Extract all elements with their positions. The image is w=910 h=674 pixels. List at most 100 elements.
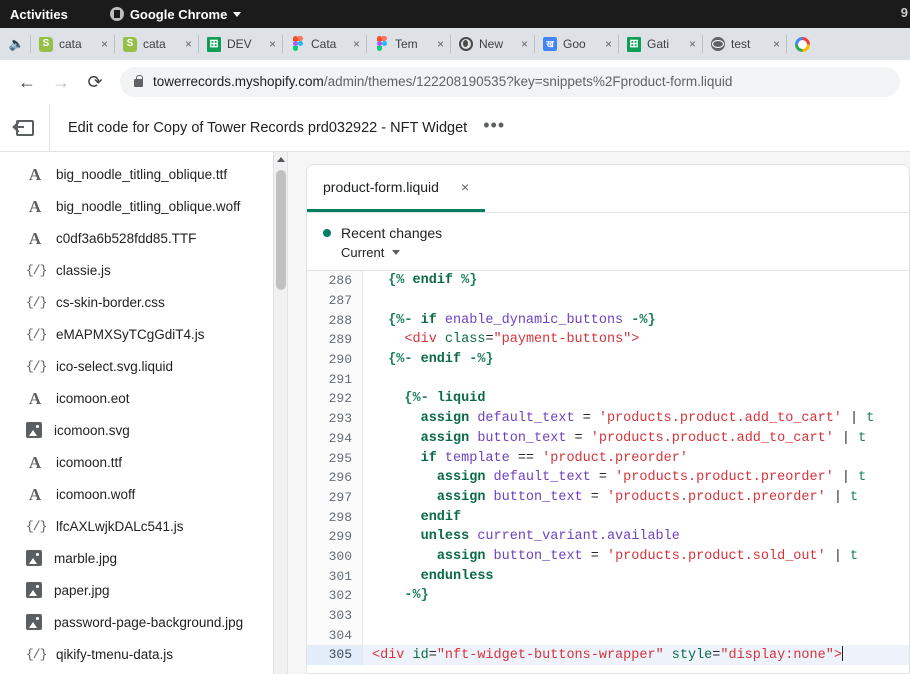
sidebar-scrollbar[interactable]: [273, 152, 287, 674]
browser-tab[interactable]: ⊞DEV×: [198, 28, 282, 60]
code-line[interactable]: 297 assign button_text = 'products.produ…: [307, 488, 909, 508]
code-text[interactable]: unless current_variant.available: [363, 529, 909, 544]
back-button[interactable]: ←: [10, 65, 44, 99]
close-icon[interactable]: ×: [605, 37, 614, 51]
close-icon[interactable]: ×: [437, 37, 446, 51]
scrollbar-thumb[interactable]: [276, 170, 286, 290]
code-text[interactable]: {%- endif -%}: [363, 352, 909, 367]
code-token: t: [850, 490, 858, 505]
close-icon[interactable]: ×: [689, 37, 698, 51]
browser-tab[interactable]: New×: [450, 28, 534, 60]
code-line[interactable]: 290 {%- endif -%}: [307, 350, 909, 370]
browser-tab[interactable]: Scata×: [30, 28, 114, 60]
close-icon[interactable]: ×: [185, 37, 194, 51]
app-menu-button[interactable]: Google Chrome: [110, 7, 242, 22]
browser-tab[interactable]: Cata×: [282, 28, 366, 60]
file-list-item[interactable]: {/}qikify-tmenu-data.js: [0, 638, 287, 670]
code-line[interactable]: 303: [307, 606, 909, 626]
file-list-item[interactable]: paper.jpg: [0, 574, 287, 606]
code-line[interactable]: 301 endunless: [307, 566, 909, 586]
file-list: Abig_noodle_titling_oblique.ttfAbig_nood…: [0, 152, 287, 670]
browser-tab[interactable]: खGoo×: [534, 28, 618, 60]
scroll-up-arrow-icon[interactable]: [277, 157, 285, 162]
file-list-item[interactable]: {/}lfcAXLwjkDALc541.js: [0, 510, 287, 542]
code-line[interactable]: 293 assign default_text = 'products.prod…: [307, 409, 909, 429]
theme-file-sidebar: Abig_noodle_titling_oblique.ttfAbig_nood…: [0, 152, 288, 674]
code-text[interactable]: if template == 'product.preorder': [363, 451, 909, 466]
code-token: id: [413, 648, 429, 663]
file-list-item[interactable]: {/}ico-select.svg.liquid: [0, 350, 287, 382]
file-list-item[interactable]: {/}classie.js: [0, 254, 287, 286]
reload-button[interactable]: ⟳: [78, 65, 112, 99]
code-text[interactable]: {% endif %}: [363, 273, 909, 288]
activities-button[interactable]: Activities: [10, 7, 68, 22]
close-icon[interactable]: ×: [521, 37, 530, 51]
code-line[interactable]: 292 {%- liquid: [307, 389, 909, 409]
browser-tab[interactable]: Scata×: [114, 28, 198, 60]
code-line[interactable]: 305<div id="nft-widget-buttons-wrapper" …: [307, 645, 909, 665]
close-icon[interactable]: ×: [269, 37, 278, 51]
file-list-item[interactable]: {/}eMAPMXSyTCgGdiT4.js: [0, 318, 287, 350]
file-list-item[interactable]: Aicomoon.ttf: [0, 446, 287, 478]
code-token: 'products.product.preorder': [615, 470, 834, 485]
version-selector[interactable]: Current: [323, 241, 893, 260]
forward-button[interactable]: →: [44, 65, 78, 99]
code-text[interactable]: endif: [363, 510, 909, 525]
clock[interactable]: 9: [901, 5, 908, 20]
code-text[interactable]: <div id="nft-widget-buttons-wrapper" sty…: [363, 646, 909, 663]
code-text[interactable]: -%}: [363, 588, 909, 603]
code-text[interactable]: <div class="payment-buttons">: [363, 332, 909, 347]
browser-tab[interactable]: test ×: [702, 28, 786, 60]
code-text[interactable]: assign default_text = 'products.product.…: [363, 470, 909, 485]
audio-indicator-icon[interactable]: 🔈: [4, 36, 30, 52]
code-line[interactable]: 291: [307, 369, 909, 389]
code-file-icon: {/}: [26, 327, 44, 342]
close-icon[interactable]: ×: [101, 37, 110, 51]
code-line[interactable]: 288 {%- if enable_dynamic_buttons -%}: [307, 310, 909, 330]
more-actions-button[interactable]: •••: [467, 116, 505, 140]
code-text[interactable]: {%- liquid: [363, 391, 909, 406]
code-line[interactable]: 296 assign default_text = 'products.prod…: [307, 468, 909, 488]
code-line[interactable]: 295 if template == 'product.preorder': [307, 448, 909, 468]
code-line[interactable]: 299 unless current_variant.available: [307, 527, 909, 547]
file-list-item[interactable]: Abig_noodle_titling_oblique.ttf: [0, 158, 287, 190]
code-text[interactable]: assign button_text = 'products.product.s…: [363, 549, 909, 564]
line-number: 301: [307, 566, 363, 586]
code-text[interactable]: {%- if enable_dynamic_buttons -%}: [363, 313, 909, 328]
code-line[interactable]: 304: [307, 625, 909, 645]
file-list-item[interactable]: password-page-background.jpg: [0, 606, 287, 638]
browser-tab-new[interactable]: [786, 28, 820, 60]
code-text[interactable]: endunless: [363, 569, 909, 584]
code-line[interactable]: 294 assign button_text = 'products.produ…: [307, 429, 909, 449]
google-icon: [794, 36, 810, 52]
code-text[interactable]: assign default_text = 'products.product.…: [363, 411, 909, 426]
code-line[interactable]: 302 -%}: [307, 586, 909, 606]
file-list-item[interactable]: Ac0df3a6b528fdd85.TTF: [0, 222, 287, 254]
browser-tab-title: test: [731, 37, 768, 51]
file-list-item[interactable]: {/}cs-skin-border.css: [0, 286, 287, 318]
close-icon[interactable]: ×: [773, 37, 782, 51]
editor-tab-product-form[interactable]: product-form.liquid ×: [307, 165, 485, 212]
file-list-item[interactable]: marble.jpg: [0, 542, 287, 574]
code-line[interactable]: 298 endif: [307, 507, 909, 527]
file-list-item[interactable]: Abig_noodle_titling_oblique.woff: [0, 190, 287, 222]
file-list-item[interactable]: Aicomoon.eot: [0, 382, 287, 414]
code-line[interactable]: 289 <div class="payment-buttons">: [307, 330, 909, 350]
code-scroll[interactable]: 286 {% endif %}287288 {%- if enable_dyna…: [307, 271, 909, 673]
code-text[interactable]: assign button_text = 'products.product.p…: [363, 490, 909, 505]
code-line[interactable]: 286 {% endif %}: [307, 271, 909, 291]
browser-tab[interactable]: ⊞Gati×: [618, 28, 702, 60]
file-list-item[interactable]: icomoon.svg: [0, 414, 287, 446]
address-bar[interactable]: towerrecords.myshopify.com/admin/themes/…: [120, 67, 900, 97]
code-token: [372, 431, 421, 446]
exit-code-editor-button[interactable]: [0, 104, 50, 152]
code-area[interactable]: 286 {% endif %}287288 {%- if enable_dyna…: [306, 271, 910, 674]
close-icon[interactable]: ×: [353, 37, 362, 51]
close-icon[interactable]: ×: [461, 179, 469, 195]
file-list-item[interactable]: Aicomoon.woff: [0, 478, 287, 510]
browser-tab[interactable]: Tem×: [366, 28, 450, 60]
file-name: paper.jpg: [54, 583, 110, 598]
code-line[interactable]: 287: [307, 291, 909, 311]
code-text[interactable]: assign button_text = 'products.product.a…: [363, 431, 909, 446]
code-line[interactable]: 300 assign button_text = 'products.produ…: [307, 547, 909, 567]
